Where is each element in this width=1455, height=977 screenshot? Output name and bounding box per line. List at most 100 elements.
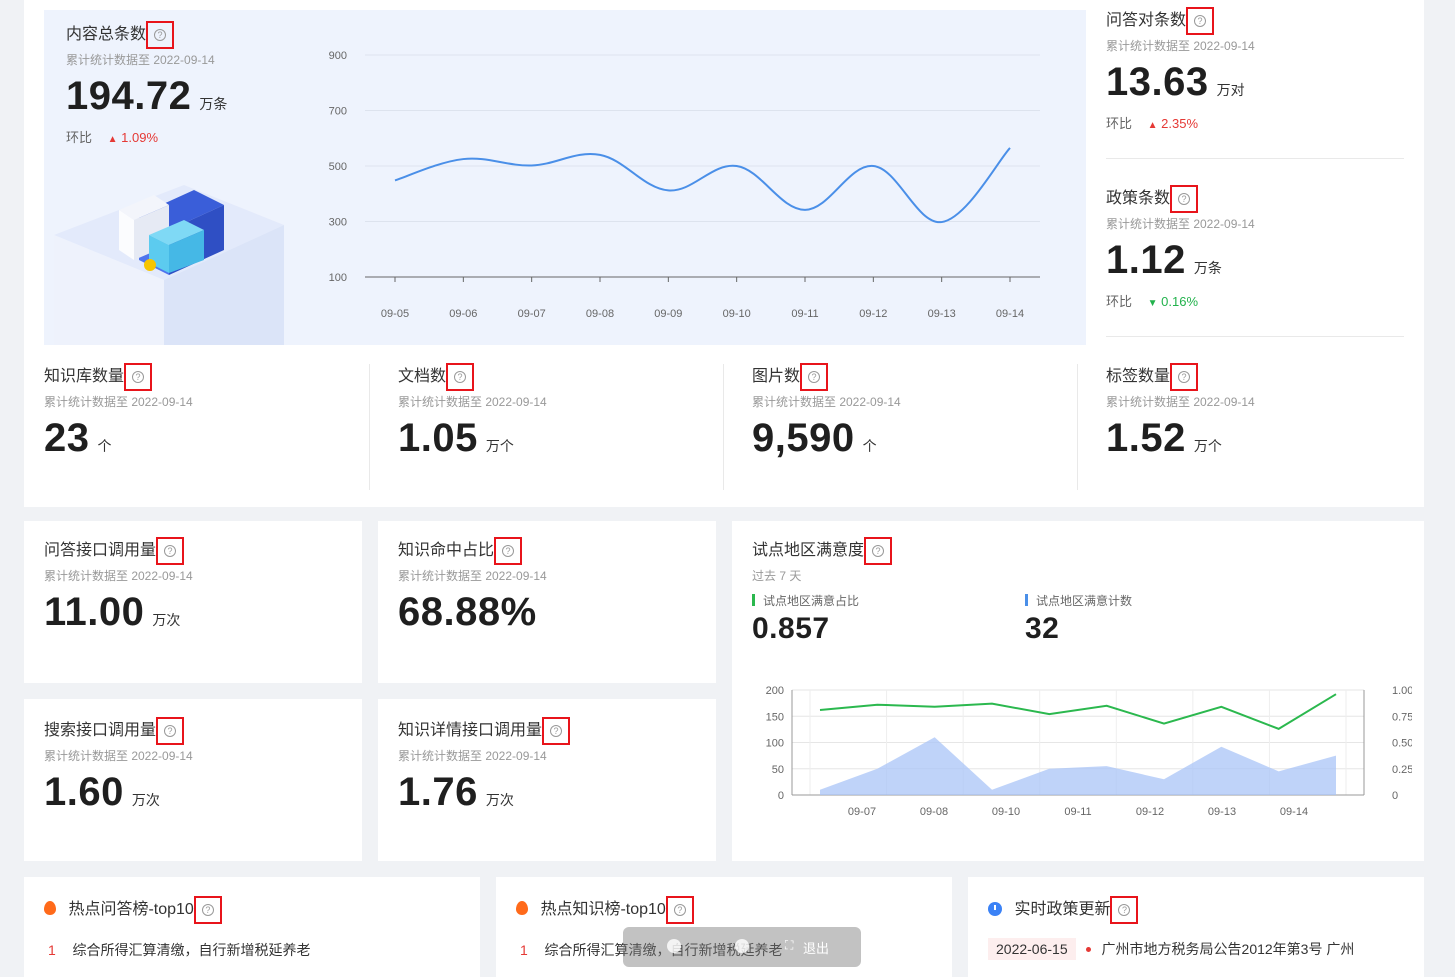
exit-fullscreen-icon[interactable]: ⛶ — [785, 938, 793, 953]
qa-api-sub: 累计统计数据至 2022-09-14 — [44, 569, 193, 583]
x-tick-label: 09-13 — [928, 308, 956, 320]
y-tick-label: 0 — [778, 790, 784, 802]
realtime-card — [968, 877, 1424, 977]
illustration-image — [54, 185, 284, 345]
hot-kn-title-label: 热点知识榜-top10 — [540, 901, 666, 918]
kb-value-number: 23 — [44, 416, 90, 460]
item-text: 综合所得汇算清缴，自行新增税延养老 — [72, 942, 311, 958]
x-tick-label: 09-10 — [992, 806, 1020, 818]
help-icon[interactable]: ? — [1186, 6, 1215, 35]
tags-value-number: 1.52 — [1106, 416, 1186, 460]
divider — [369, 364, 370, 490]
kb-title-label: 知识库数量 — [44, 368, 125, 385]
realtime-title: 实时政策更新? — [988, 895, 1139, 924]
down-arrow-icon: ▼ — [1147, 298, 1158, 309]
hit-title: 知识命中占比? — [398, 536, 523, 565]
satisfaction-ratio-value: 0.857 — [752, 612, 830, 645]
detail-api-unit: 万次 — [485, 792, 514, 808]
tags-sub: 累计统计数据至 2022-09-14 — [1106, 395, 1255, 409]
help-icon[interactable]: ? — [446, 362, 475, 391]
total-title: 内容总条数? — [66, 20, 175, 49]
ratio-label: 环比 — [66, 130, 93, 145]
images-unit: 个 — [862, 438, 877, 454]
circle-icon[interactable] — [667, 939, 681, 953]
qa-api-value: 11.00 万次 — [44, 590, 180, 635]
y2-tick-label: 0.75 — [1392, 711, 1412, 723]
hot-qa-card — [24, 877, 480, 977]
docs-value: 1.05 万个 — [398, 416, 514, 461]
exit-button[interactable]: 退出 — [803, 938, 829, 957]
x-tick-label: 09-07 — [848, 806, 876, 818]
policy-sub: 累计统计数据至 2022-09-14 — [1106, 217, 1255, 231]
y-tick-label: 200 — [766, 685, 784, 697]
series-line — [394, 147, 1011, 224]
detail-api-title-label: 知识详情接口调用量 — [398, 722, 543, 739]
help-icon[interactable]: ? — [542, 716, 571, 745]
circle-icon[interactable] — [735, 939, 749, 953]
images-title: 图片数? — [752, 362, 829, 391]
y2-tick-label: 0.25 — [1392, 764, 1412, 776]
policy-item[interactable]: 2022-06-15 广州市地方税务局公告2012年第3号 广州 — [988, 938, 1354, 960]
y-tick-label: 50 — [772, 764, 784, 776]
detail-api-value: 1.76 万次 — [398, 770, 514, 815]
images-title-label: 图片数 — [752, 368, 801, 385]
hit-value: 68.88% — [398, 590, 537, 634]
divider — [1106, 158, 1404, 159]
bullet-dot — [1086, 947, 1092, 952]
clock-icon — [988, 902, 1002, 916]
x-tick-label: 09-11 — [1064, 806, 1091, 818]
total-value: 194.72 万条 — [66, 74, 227, 119]
search-api-sub: 累计统计数据至 2022-09-14 — [44, 749, 193, 763]
qa-api-title-label: 问答接口调用量 — [44, 542, 157, 559]
help-icon[interactable]: ? — [800, 362, 829, 391]
docs-value-number: 1.05 — [398, 416, 478, 460]
up-arrow-icon: ▲ — [1147, 120, 1158, 131]
hot-qa-title: 热点问答榜-top10? — [44, 895, 222, 924]
images-sub: 累计统计数据至 2022-09-14 — [752, 395, 901, 409]
help-icon[interactable]: ? — [665, 895, 694, 924]
y-tick-label: 100 — [766, 738, 784, 750]
rank-number: 1 — [520, 942, 528, 958]
satisfaction-ratio-legend: 试点地区满意占比 — [752, 592, 859, 609]
help-icon[interactable]: ? — [1110, 895, 1139, 924]
help-icon[interactable]: ? — [156, 536, 185, 565]
docs-title: 文档数? — [398, 362, 475, 391]
detail-api-title: 知识详情接口调用量? — [398, 716, 571, 745]
total-ratio: 环比 ▲ 1.09% — [66, 127, 158, 146]
item-text: 广州市地方税务局公告2012年第3号 广州 — [1101, 941, 1355, 957]
help-icon[interactable]: ? — [193, 895, 222, 924]
help-icon[interactable]: ? — [1170, 184, 1199, 213]
detail-api-sub: 累计统计数据至 2022-09-14 — [398, 749, 547, 763]
ratio-value: 1.09% — [121, 130, 159, 145]
satisfaction-title-label: 试点地区满意度 — [752, 542, 865, 559]
help-icon[interactable]: ? — [124, 362, 153, 391]
list-item[interactable]: 1 综合所得汇算清缴，自行新增税延养老 — [48, 940, 310, 960]
x-tick-label: 09-06 — [449, 308, 477, 320]
policy-title: 政策条数? — [1106, 184, 1199, 213]
images-value-number: 9,590 — [752, 416, 855, 460]
satisfaction-chart: 0 0 50 0.25 100 0.50 150 0.75 200 1.00 09-07 09-08 0… — [766, 685, 1412, 818]
x-tick-label: 09-08 — [586, 308, 614, 320]
x-tick-label: 09-14 — [996, 308, 1024, 320]
x-tick-label: 09-08 — [920, 806, 948, 818]
help-icon[interactable]: ? — [864, 536, 893, 565]
images-value: 9,590 个 — [752, 416, 877, 461]
date-badge: 2022-06-15 — [988, 938, 1076, 960]
help-icon[interactable]: ? — [146, 20, 175, 49]
tags-value: 1.52 万个 — [1106, 416, 1222, 461]
kb-sub: 累计统计数据至 2022-09-14 — [44, 395, 193, 409]
x-tick-label: 09-14 — [1280, 806, 1308, 818]
ratio-value: 2.35% — [1161, 116, 1199, 131]
x-tick-label: 09-09 — [654, 308, 682, 320]
help-icon[interactable]: ? — [1170, 362, 1199, 391]
qa-title-label: 问答对条数 — [1106, 12, 1187, 29]
help-icon[interactable]: ? — [156, 716, 185, 745]
help-icon[interactable]: ? — [494, 536, 523, 565]
detail-api-value-number: 1.76 — [398, 770, 478, 814]
total-value-number: 194.72 — [66, 74, 192, 118]
y-tick-label: 500 — [329, 161, 347, 173]
policy-unit: 万条 — [1193, 260, 1222, 276]
tags-title-label: 标签数量 — [1106, 368, 1171, 385]
up-arrow-icon: ▲ — [107, 134, 118, 145]
rank-number: 1 — [48, 942, 56, 958]
